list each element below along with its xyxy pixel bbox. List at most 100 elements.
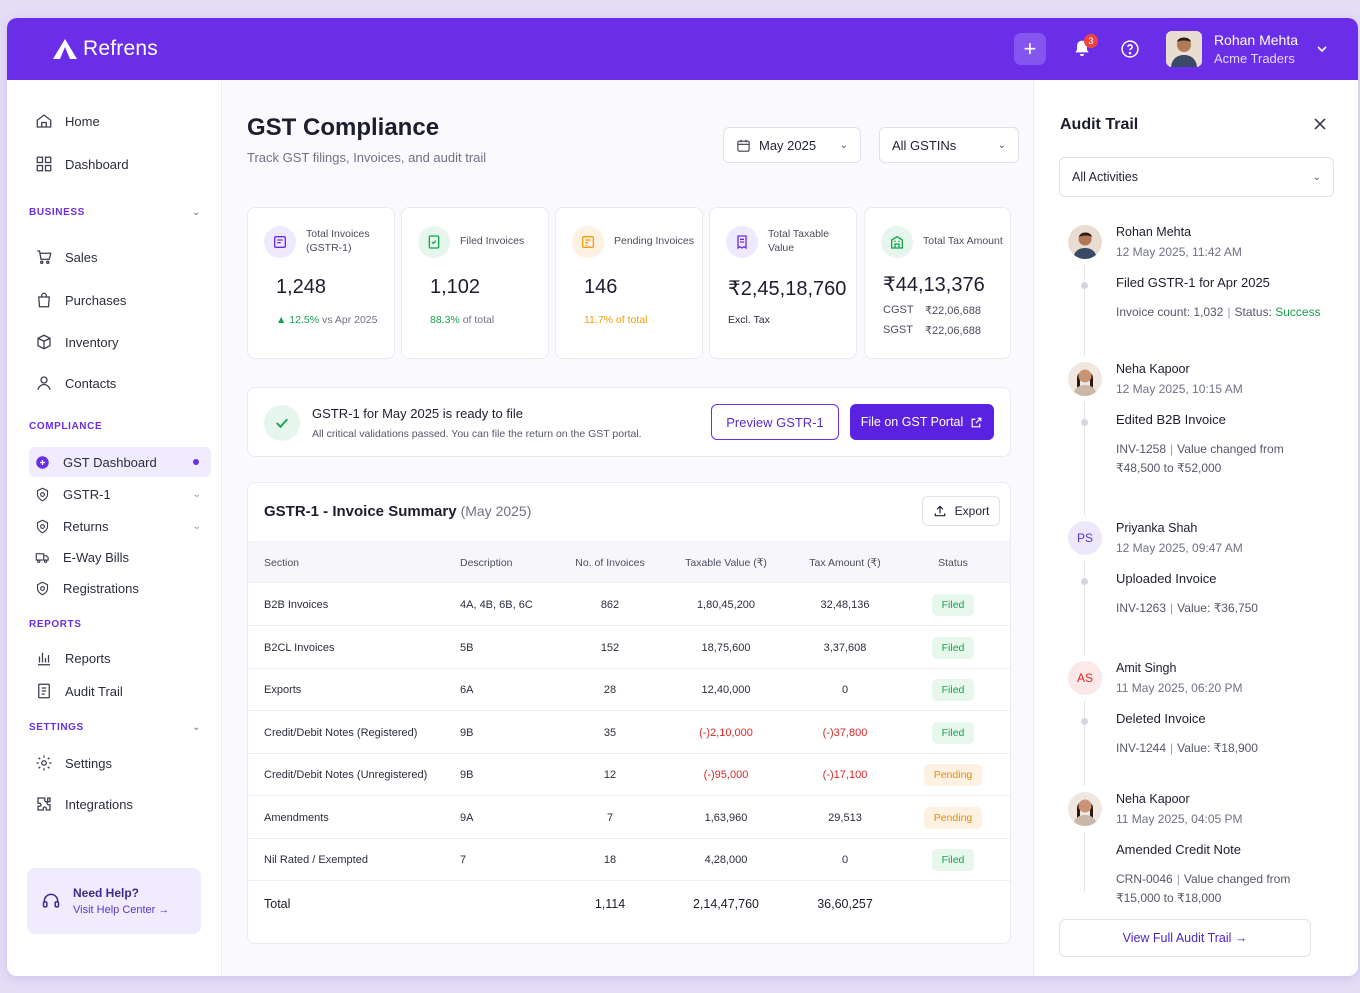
help-center-link[interactable]: Visit Help Center → (73, 904, 169, 916)
close-icon[interactable] (1312, 116, 1328, 132)
entry-timestamp: 11 May 2025, 04:05 PM (1116, 812, 1243, 826)
total-count: 1,114 (594, 897, 626, 911)
entry-user-name: Amit Singh (1116, 661, 1177, 675)
section-settings[interactable]: SETTINGS ⌄ (29, 722, 201, 733)
section-compliance: COMPLIANCE (29, 421, 201, 432)
avatar (1165, 31, 1202, 67)
sidebar-item-home[interactable]: Home (29, 106, 211, 136)
view-full-audit-trail-button[interactable]: View Full Audit Trail → (1059, 919, 1311, 957)
sidebar-item-audit-trail[interactable]: Audit Trail (29, 676, 211, 706)
entry-detail: CRN-0046 | Value changed from ₹15,000 to ₹1… (1116, 870, 1348, 908)
stat-footnote-text: vs Apr 2025 (319, 314, 378, 326)
sidebar-item-dashboard[interactable]: Dashboard (29, 149, 211, 179)
chevron-down-icon: ⌄ (1312, 171, 1321, 183)
sidebar-item-settings[interactable]: Settings (29, 748, 211, 778)
entry-detail-b: Status: (1234, 305, 1276, 319)
cell-description: 4A, 4B, 6B, 6C (460, 599, 533, 611)
sidebar-item-label: Settings (65, 755, 112, 771)
sidebar-item-inventory[interactable]: Inventory (29, 327, 211, 357)
activity-filter-select[interactable]: All Activities ⌄ (1059, 157, 1334, 197)
preview-gstr1-button[interactable]: Preview GSTR-1 (711, 404, 839, 440)
user-menu[interactable]: Rohan Mehta Acme Traders (1165, 31, 1328, 67)
separator: | (1176, 872, 1180, 886)
help-button[interactable] (1114, 33, 1146, 65)
sidebar-item-reports[interactable]: Reports (29, 643, 211, 673)
brand-logo[interactable]: Refrens (52, 37, 158, 61)
sidebar-item-returns[interactable]: Returns ⌄ (29, 511, 211, 541)
stat-label: Pending Invoices (614, 235, 694, 248)
section-business[interactable]: BUSINESS ⌄ (29, 207, 201, 218)
cell-status: Filed (916, 839, 990, 881)
gstin-select[interactable]: All GSTINs ⌄ (879, 127, 1019, 163)
export-label: Export (954, 504, 990, 518)
cell-section: Exports (264, 684, 302, 696)
sidebar-item-registrations[interactable]: Registrations (29, 573, 211, 603)
table-row[interactable]: Amendments 9A 7 1,63,960 29,513 Pending (248, 797, 1010, 839)
table-row[interactable]: Exports 6A 28 12,40,000 0 Filed (248, 669, 1010, 711)
entry-detail-a: INV-1244 (1116, 741, 1167, 755)
sidebar-item-label: Purchases (65, 292, 127, 308)
header-count[interactable]: No. of Invoices (570, 542, 650, 584)
table-row[interactable]: Nil Rated / Exempted 7 18 4,28,000 0 Filed (248, 839, 1010, 881)
activity-filter-value: All Activities (1072, 170, 1138, 184)
table-row[interactable]: B2CL Invoices 5B 152 18,75,600 3,37,608 Filed (248, 627, 1010, 669)
help-card[interactable]: Need Help? Visit Help Center → (27, 868, 201, 934)
table-title-text: GSTR-1 - Invoice Summary (264, 503, 457, 520)
header-taxable[interactable]: Taxable Value (₹) (674, 542, 778, 584)
sidebar-item-eway-bills[interactable]: E-Way Bills (29, 542, 211, 572)
table-row[interactable]: Credit/Debit Notes (Unregistered) 9B 12 (-)… (248, 754, 1010, 796)
timeline-dot (1081, 419, 1088, 426)
cell-description: 9A (460, 811, 474, 824)
entry-user-name: Neha Kapoor (1116, 362, 1190, 376)
cell-tax: (-)37,800 (822, 726, 868, 739)
sidebar-item-label: Registrations (63, 580, 139, 596)
sidebar-item-label: Home (65, 113, 100, 129)
document-list-icon (38, 683, 50, 699)
sidebar-item-sales[interactable]: Sales (29, 242, 211, 272)
section-reports: REPORTS (29, 619, 201, 630)
sidebar-item-gst-dashboard[interactable]: GST Dashboard (29, 447, 211, 477)
timeline-dot (1081, 718, 1088, 725)
sgst-value: ₹22,06,688 (925, 325, 981, 337)
table-row[interactable]: B2B Invoices 4A, 4B, 6B, 6C 862 1,80,45,200… (248, 584, 1010, 626)
notification-badge: 3 (1083, 34, 1098, 48)
sidebar-item-purchases[interactable]: Purchases (29, 285, 211, 315)
header-status[interactable]: Status (916, 542, 990, 584)
create-new-button[interactable]: + (1013, 33, 1046, 65)
sgst-label: SGST (883, 324, 913, 336)
cell-taxable: 4,28,000 (704, 854, 748, 866)
entry-timestamp: 11 May 2025, 06:20 PM (1116, 681, 1243, 695)
gstin-select-value: All GSTINs (892, 137, 957, 153)
sidebar-item-contacts[interactable]: Contacts (29, 368, 211, 398)
stat-tax-amount: Total Tax Amount ₹44,13,376 CGST ₹22,06,6… (864, 207, 1011, 359)
cell-status: Pending (916, 754, 990, 796)
file-on-gst-portal-button[interactable]: File on GST Portal (850, 404, 994, 440)
notifications-button[interactable]: 3 (1066, 33, 1098, 65)
grid-icon (36, 156, 52, 172)
help-circle-icon (1121, 40, 1139, 58)
separator: | (1170, 741, 1174, 755)
file-check-icon (418, 226, 450, 258)
header-tax[interactable]: Tax Amount (₹) (798, 542, 892, 584)
sidebar-item-label: E-Way Bills (63, 549, 129, 565)
sidebar-item-label: Integrations (65, 796, 133, 812)
month-select[interactable]: May 2025 ⌄ (723, 127, 861, 163)
active-indicator (193, 459, 199, 465)
status-badge: Pending (923, 806, 983, 829)
brand-name: Refrens (83, 37, 158, 60)
section-label: SETTINGS (29, 722, 84, 733)
table-row[interactable]: Credit/Debit Notes (Registered) 9B 35 (-)2,… (248, 712, 1010, 754)
entry-detail-b: Value: ₹36,750 (1177, 601, 1258, 615)
header-description[interactable]: Description (460, 542, 513, 584)
badge-icon (36, 581, 49, 595)
entry-detail: Invoice count: 1,032 | Status: Success (1116, 303, 1348, 322)
sidebar-item-integrations[interactable]: Integrations (29, 789, 211, 819)
separator: | (1170, 601, 1174, 615)
entry-detail-c: ₹15,000 to ₹18,000 (1116, 891, 1222, 906)
status-badge: Filed (931, 636, 975, 659)
stat-value: 1,102 (430, 276, 481, 298)
sidebar-item-gstr1[interactable]: GSTR-1 ⌄ (29, 479, 211, 509)
header-section[interactable]: Section (264, 542, 299, 584)
export-button[interactable]: Export (922, 496, 1000, 526)
cell-status: Filed (916, 627, 990, 669)
